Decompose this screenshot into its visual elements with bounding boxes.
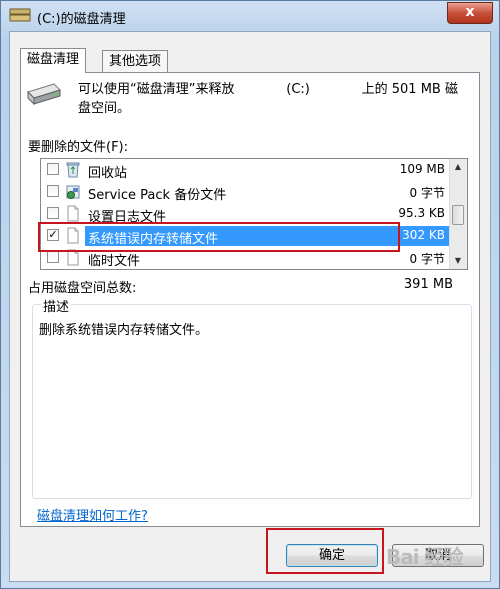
file-size: 95.3 KB: [398, 206, 445, 220]
scroll-up-arrow-icon[interactable]: ▲: [450, 159, 466, 175]
file-name: 回收站: [88, 166, 128, 181]
files-list[interactable]: 回收站 109 MB Service Pack 备份文件 0 字节 设置日志文件…: [40, 158, 468, 270]
list-scrollbar[interactable]: ▲ ▼: [449, 159, 467, 269]
scroll-down-arrow-icon[interactable]: ▼: [450, 253, 466, 269]
description-title: 描述: [41, 296, 72, 315]
intro-drive: (C:): [286, 82, 310, 97]
file-checkbox-checked[interactable]: ✓: [47, 229, 59, 241]
how-it-works-link[interactable]: 磁盘清理如何工作?: [37, 505, 148, 524]
file-size: 109 MB: [399, 162, 445, 176]
intro-line1-right: 上的 501 MB 磁: [361, 82, 458, 97]
list-item[interactable]: Service Pack 备份文件 0 字节: [41, 181, 451, 203]
total-space-label: 占用磁盘空间总数:: [28, 281, 137, 296]
intro-line1-left: 可以使用“磁盘清理”来释放: [78, 82, 235, 97]
intro-text: 可以使用“磁盘清理”来释放 (C:) 上的 501 MB 磁 盘空间。: [78, 80, 458, 118]
file-checkbox[interactable]: [47, 251, 59, 263]
file-checkbox[interactable]: [47, 185, 59, 197]
ok-button[interactable]: 确定: [286, 544, 378, 567]
files-to-delete-label: 要删除的文件(F):: [28, 140, 129, 155]
list-item[interactable]: 临时文件 0 字节: [41, 247, 451, 269]
file-name: 设置日志文件: [88, 210, 167, 225]
file-size: 0 字节: [409, 252, 445, 266]
file-name: Service Pack 备份文件: [88, 188, 227, 203]
file-size: 0 字节: [409, 186, 445, 200]
disk-cleanup-window: (C:)的磁盘清理 x 磁盘清理 其他选项 可以使用“磁盘清理”来释放 (C:)…: [0, 0, 500, 589]
list-item-selected[interactable]: ✓ 系统错误内存转储文件 302 KB: [41, 225, 451, 247]
file-size: 302 KB: [402, 228, 445, 242]
file-icon: [67, 205, 79, 222]
tab-disk-cleanup[interactable]: 磁盘清理: [20, 48, 87, 73]
hard-drive-icon: [27, 83, 61, 106]
watermark: Bai 经验: [386, 545, 464, 569]
service-pack-icon: [66, 185, 80, 199]
title-bar[interactable]: (C:)的磁盘清理 x: [1, 1, 499, 31]
tab-more-options[interactable]: 其他选项: [102, 50, 169, 72]
file-icon: [67, 249, 79, 266]
scroll-thumb[interactable]: [452, 205, 464, 225]
description-text: 删除系统错误内存转储文件。: [39, 323, 209, 338]
total-space-value: 391 MB: [403, 277, 453, 292]
total-space-row: 占用磁盘空间总数: 391 MB: [28, 277, 453, 296]
list-item[interactable]: 回收站 109 MB: [41, 159, 451, 181]
disk-cleanup-icon: [9, 8, 31, 22]
window-title: (C:)的磁盘清理: [37, 12, 126, 27]
close-button[interactable]: x: [447, 2, 493, 24]
file-name: 临时文件: [88, 254, 141, 269]
intro-line2: 盘空间。: [78, 101, 131, 116]
recycle-bin-icon: [66, 162, 80, 178]
dialog-body: 磁盘清理 其他选项 可以使用“磁盘清理”来释放 (C:) 上的 501 MB 磁…: [9, 31, 491, 582]
file-checkbox[interactable]: [47, 207, 59, 219]
file-name: 系统错误内存转储文件: [88, 232, 219, 247]
file-icon: [67, 227, 79, 244]
file-checkbox[interactable]: [47, 163, 59, 175]
list-item[interactable]: 设置日志文件 95.3 KB: [41, 203, 451, 225]
description-group: 描述 删除系统错误内存转储文件。: [32, 296, 472, 499]
